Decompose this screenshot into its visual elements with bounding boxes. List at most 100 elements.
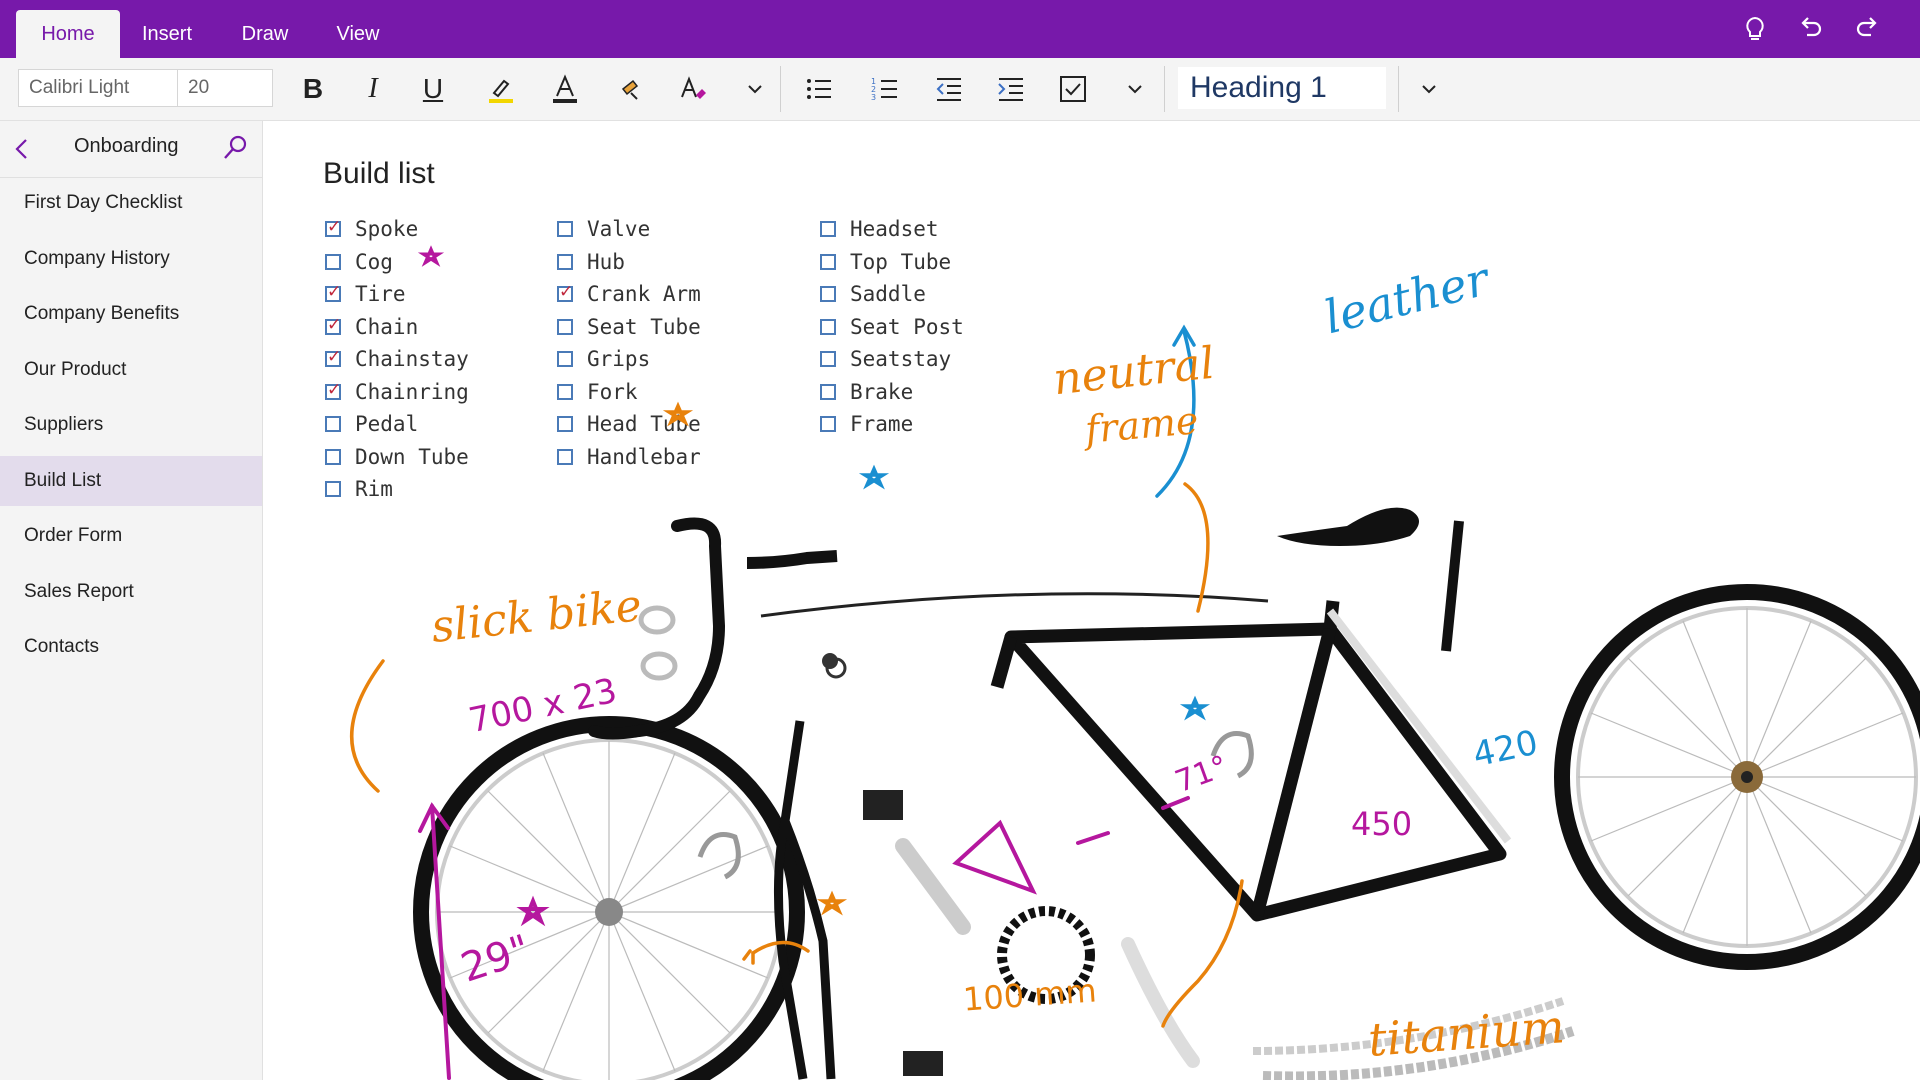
redo-icon[interactable] <box>1852 14 1882 44</box>
checklist-item[interactable]: Chainstay <box>325 343 469 376</box>
font-color-icon[interactable] <box>546 70 584 108</box>
checked-checkbox[interactable] <box>557 282 573 303</box>
bold-button[interactable]: B <box>294 70 332 108</box>
checklist-item[interactable]: Chainring <box>325 376 469 409</box>
ink-leather: leather <box>1318 251 1494 345</box>
numbering-icon[interactable]: 123 <box>866 70 904 108</box>
underline-button[interactable]: U <box>414 70 452 108</box>
unchecked-checkbox[interactable] <box>820 383 836 400</box>
unchecked-checkbox[interactable] <box>325 448 341 465</box>
ribbon-divider <box>780 66 781 112</box>
checklist-item[interactable]: Cog <box>325 246 469 279</box>
checklist-item-label: Spoke <box>355 217 419 242</box>
font-size-combo[interactable]: 20 <box>177 69 273 107</box>
checklist-item[interactable]: Head Tube <box>557 408 701 441</box>
ink-frame: frame <box>1083 398 1201 452</box>
page-title[interactable]: Build list <box>323 157 435 191</box>
checklist-item[interactable]: Down Tube <box>325 441 469 474</box>
checklist-item[interactable]: Rim <box>325 473 469 506</box>
unchecked-checkbox[interactable] <box>557 221 573 238</box>
checklist-item[interactable]: Seat Post <box>820 311 964 344</box>
chevron-down-icon[interactable] <box>1410 70 1448 108</box>
checklist-item[interactable]: Pedal <box>325 408 469 441</box>
checklist-item[interactable]: Brake <box>820 376 964 409</box>
ink-tire-size: 700 x 23 <box>465 670 621 742</box>
pedal <box>863 790 903 820</box>
unchecked-checkbox[interactable] <box>820 253 836 270</box>
unchecked-checkbox[interactable] <box>557 448 573 465</box>
checklist-item[interactable]: Top Tube <box>820 246 964 279</box>
unchecked-checkbox[interactable] <box>557 351 573 368</box>
ink-stay-length: 420 <box>1469 722 1542 776</box>
tab-view[interactable]: View <box>318 10 398 58</box>
unchecked-checkbox[interactable] <box>820 416 836 433</box>
chevron-down-icon[interactable] <box>736 70 774 108</box>
unchecked-checkbox[interactable] <box>820 351 836 368</box>
checklist-item[interactable]: Fork <box>557 376 701 409</box>
sidebar-page-item[interactable]: Company Benefits <box>0 289 262 339</box>
checklist-item[interactable]: Hub <box>557 246 701 279</box>
unchecked-checkbox[interactable] <box>557 253 573 270</box>
unchecked-checkbox[interactable] <box>820 286 836 303</box>
sidebar-page-item[interactable]: Suppliers <box>0 400 262 450</box>
search-icon[interactable] <box>220 132 252 164</box>
checklist-item[interactable]: Chain <box>325 311 469 344</box>
sidebar-page-item[interactable]: Build List <box>0 455 262 506</box>
ink-angle: 71° <box>1170 748 1233 801</box>
unchecked-checkbox[interactable] <box>325 481 341 498</box>
checklist-item[interactable]: Grips <box>557 343 701 376</box>
unchecked-checkbox[interactable] <box>557 416 573 433</box>
unchecked-checkbox[interactable] <box>820 221 836 238</box>
checklist-item[interactable]: Handlebar <box>557 441 701 474</box>
bike-frame <box>990 600 1507 922</box>
unchecked-checkbox[interactable] <box>325 253 341 270</box>
sidebar-page-item[interactable]: Order Form <box>0 511 262 561</box>
sidebar-page-item[interactable]: Contacts <box>0 622 262 672</box>
checked-checkbox[interactable] <box>325 315 341 335</box>
checked-checkbox[interactable] <box>325 217 341 238</box>
clear-formatting-icon[interactable] <box>674 70 712 108</box>
checked-checkbox[interactable] <box>325 282 341 303</box>
lightbulb-icon[interactable] <box>1740 14 1770 44</box>
undo-icon[interactable] <box>1796 14 1826 44</box>
todo-tag-icon[interactable] <box>1054 70 1092 108</box>
checklist-item[interactable]: Tire <box>325 278 469 311</box>
chevron-down-icon[interactable] <box>1116 70 1154 108</box>
bullets-icon[interactable] <box>800 70 838 108</box>
italic-button[interactable]: I <box>354 70 392 108</box>
tab-home[interactable]: Home <box>16 10 120 58</box>
checklist-item-label: Head Tube <box>587 412 701 437</box>
checklist-item-label: Handlebar <box>587 444 701 469</box>
chainring <box>997 906 1095 1004</box>
indent-icon[interactable] <box>992 70 1030 108</box>
tab-draw[interactable]: Draw <box>222 10 308 58</box>
sidebar-page-item[interactable]: Sales Report <box>0 567 262 617</box>
sidebar-page-item[interactable]: Our Product <box>0 345 262 395</box>
unchecked-checkbox[interactable] <box>557 318 573 335</box>
note-canvas[interactable]: Build list Spoke Cog Tire Chain Chainstay Cha… <box>263 121 1920 1080</box>
unchecked-checkbox[interactable] <box>557 383 573 400</box>
unchecked-checkbox[interactable] <box>820 318 836 335</box>
sidebar-page-item[interactable]: First Day Checklist <box>0 178 262 228</box>
rear-wheel <box>1554 584 1920 970</box>
checklist-item[interactable]: Spoke <box>325 213 469 246</box>
section-title: Onboarding <box>74 135 179 157</box>
checklist-item[interactable]: Saddle <box>820 278 964 311</box>
checked-checkbox[interactable] <box>325 347 341 368</box>
checklist-item[interactable]: Seat Tube <box>557 311 701 344</box>
checklist-item[interactable]: Frame <box>820 408 964 441</box>
sidebar-page-item[interactable]: Company History <box>0 234 262 284</box>
checklist-item[interactable]: Seatstay <box>820 343 964 376</box>
style-selector[interactable]: Heading 1 <box>1178 67 1386 109</box>
format-painter-icon[interactable] <box>614 70 652 108</box>
checked-checkbox[interactable] <box>325 380 341 400</box>
outdent-icon[interactable] <box>930 70 968 108</box>
font-name-combo[interactable]: Calibri Light <box>18 69 178 107</box>
checklist-item[interactable]: Valve <box>557 213 701 246</box>
checklist-item[interactable]: Headset <box>820 213 964 246</box>
tab-insert[interactable]: Insert <box>126 10 208 58</box>
back-arrow-icon[interactable] <box>8 134 38 164</box>
unchecked-checkbox[interactable] <box>325 416 341 433</box>
highlight-icon[interactable] <box>482 70 520 108</box>
checklist-item[interactable]: Crank Arm <box>557 278 701 311</box>
